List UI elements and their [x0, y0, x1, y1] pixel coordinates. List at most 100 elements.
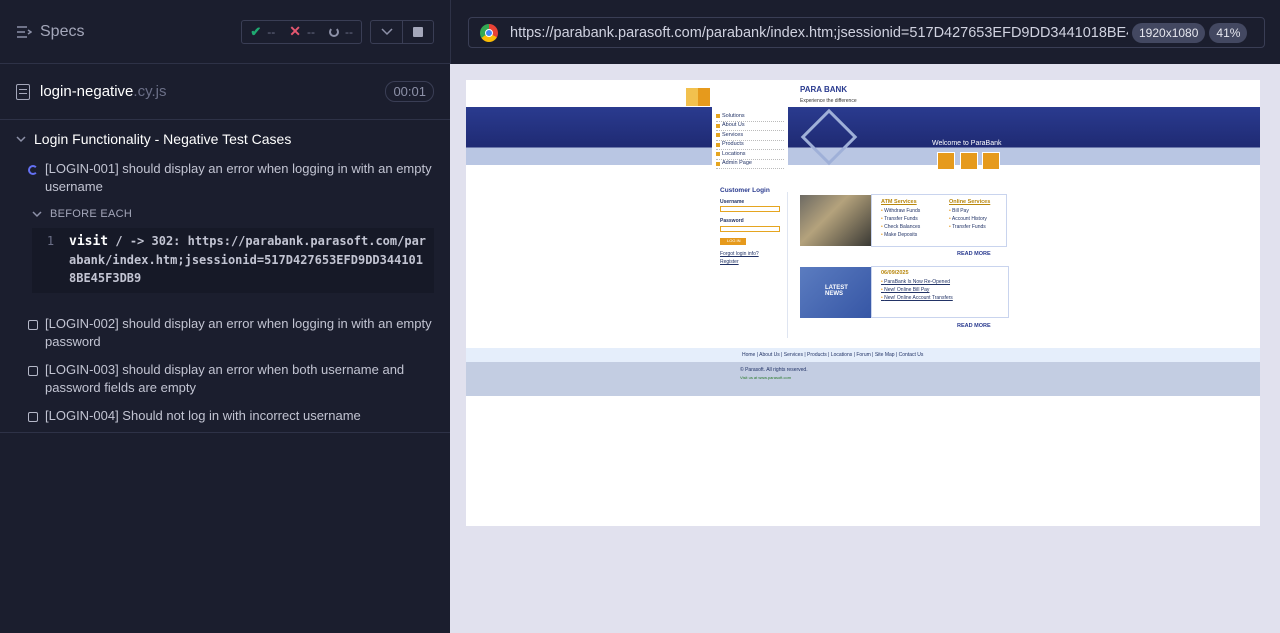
spec-file-ext: .cy.js — [133, 83, 167, 100]
menu-item-services[interactable]: Services — [716, 131, 784, 141]
test-title: [LOGIN-001] should display an error when… — [45, 161, 432, 194]
menu-item-locations[interactable]: Locations — [716, 150, 784, 160]
test-row-login-002[interactable]: [LOGIN-002] should display an error when… — [0, 315, 450, 351]
viewport-size-badge[interactable]: 1920x1080 — [1132, 22, 1206, 43]
command-number: 1 — [46, 234, 55, 248]
forgot-login-link[interactable]: Forgot login info? — [720, 251, 759, 257]
run-duration: 00:01 — [385, 81, 434, 102]
atm-item[interactable]: Check Balances — [881, 223, 920, 231]
atm-item[interactable]: Withdraw Funds — [881, 207, 920, 215]
x-icon: ✕ — [289, 23, 301, 39]
chevron-down-icon — [32, 211, 42, 218]
document-icon — [16, 83, 30, 100]
online-services-list: Bill Pay Account History Transfer Funds — [949, 207, 987, 231]
parabank-side-menu: Solutions About Us Services Products Loc… — [712, 107, 788, 173]
aut-header: https://parabank.parasoft.com/parabank/i… — [450, 0, 1280, 64]
chevron-down-icon — [16, 136, 26, 143]
menu-item-products[interactable]: Products — [716, 141, 784, 150]
pending-square-icon — [28, 366, 38, 376]
visit-link[interactable]: Visit us at www.parasoft.com — [740, 375, 791, 380]
url-bar[interactable]: https://parabank.parasoft.com/parabank/i… — [468, 17, 1265, 48]
menu-item-about-us[interactable]: About Us — [716, 122, 784, 131]
reporter-panel: Specs ✔ -- ✕ -- -- login-negative .cy.js 00… — [0, 0, 450, 633]
about-icon[interactable] — [960, 152, 978, 170]
atm-item[interactable]: Transfer Funds — [881, 215, 920, 223]
run-controls — [370, 19, 434, 44]
spec-file-name[interactable]: login-negative — [40, 83, 133, 100]
read-more-news-link[interactable]: READ MORE — [957, 323, 991, 329]
test-row-login-001[interactable]: [LOGIN-001] should display an error when… — [0, 160, 450, 196]
app-preview-panel: https://parabank.parasoft.com/parabank/i… — [450, 0, 1280, 633]
parabank-footer — [466, 362, 1260, 396]
parabank-header-band — [466, 107, 1260, 165]
divider — [787, 192, 788, 338]
atm-image — [800, 195, 871, 246]
check-icon: ✔ — [250, 23, 262, 39]
chevron-down-icon — [380, 27, 393, 35]
stop-icon — [413, 26, 423, 37]
spec-file-bar: login-negative .cy.js 00:01 — [0, 64, 450, 120]
customer-login-title: Customer Login — [720, 187, 770, 194]
pending-count: -- — [345, 24, 353, 39]
latest-news-image: LATEST NEWS — [800, 267, 871, 318]
parabank-tagline: Experience the difference — [800, 98, 857, 104]
aut-iframe[interactable]: PARA BANK Experience the difference Solu… — [466, 80, 1260, 526]
online-services-title[interactable]: Online Services — [949, 199, 990, 205]
test-title: [LOGIN-003] should display an error when… — [45, 362, 405, 395]
test-title: [LOGIN-004] Should not log in with incor… — [45, 408, 361, 423]
online-item[interactable]: Account History — [949, 215, 987, 223]
username-label: Username — [720, 199, 745, 205]
parabank-logo[interactable]: PARA BANK — [800, 85, 847, 94]
username-input[interactable] — [720, 206, 780, 212]
failed-count: -- — [307, 24, 315, 39]
contact-icon[interactable] — [982, 152, 1000, 170]
command-log-entry[interactable]: 1 visit / -> 302: https://parabank.paras… — [32, 228, 434, 293]
passed-count: -- — [267, 24, 276, 39]
suite-row[interactable]: Login Functionality - Negative Test Case… — [0, 124, 450, 154]
atm-item[interactable]: Make Deposits — [881, 231, 920, 239]
test-row-login-003[interactable]: [LOGIN-003] should display an error when… — [0, 361, 450, 397]
news-item[interactable]: New! Online Bill Pay — [881, 286, 953, 294]
test-row-login-004[interactable]: [LOGIN-004] Should not log in with incor… — [0, 407, 450, 425]
read-more-link[interactable]: READ MORE — [957, 251, 991, 257]
toggle-auto-scroll-button[interactable] — [371, 21, 402, 43]
news-item[interactable]: ParaBank Is Now Re-Opened — [881, 278, 953, 286]
pending-stat: -- — [329, 25, 353, 39]
password-label: Password — [720, 218, 744, 224]
online-item[interactable]: Transfer Funds — [949, 223, 987, 231]
news-item[interactable]: New! Online Account Transfers — [881, 294, 953, 302]
atm-services-list: Withdraw Funds Transfer Funds Check Bala… — [881, 207, 920, 239]
running-spinner-icon — [28, 165, 38, 175]
pending-square-icon — [28, 412, 38, 422]
passed-stat: ✔ -- — [250, 24, 275, 40]
specs-list-icon[interactable] — [16, 24, 32, 40]
welcome-text: Welcome to ParaBank — [932, 140, 1002, 147]
menu-item-admin-page[interactable]: Admin Page — [716, 160, 784, 169]
password-input[interactable] — [720, 226, 780, 232]
stop-button[interactable] — [402, 20, 433, 43]
specs-title[interactable]: Specs — [40, 23, 84, 41]
reporter-header: Specs ✔ -- ✕ -- -- — [0, 0, 450, 64]
failed-stat: ✕ -- — [289, 23, 315, 40]
hook-title: BEFORE EACH — [50, 208, 133, 220]
parabank-blocks-graphic — [686, 88, 710, 106]
chrome-icon — [480, 23, 498, 42]
test-stats: ✔ -- ✕ -- -- — [241, 19, 362, 44]
footer-links[interactable]: Home | About Us | Services | Products | … — [742, 352, 923, 358]
suite-title: Login Functionality - Negative Test Case… — [34, 131, 292, 147]
command-name: visit — [69, 234, 109, 249]
home-icon[interactable] — [937, 152, 955, 170]
online-item[interactable]: Bill Pay — [949, 207, 987, 215]
atm-services-title[interactable]: ATM Services — [881, 199, 917, 205]
login-button[interactable]: LOG IN — [720, 238, 746, 245]
command-message: / -> 302: https://parabank.parasoft.com/… — [69, 234, 427, 285]
register-link[interactable]: Register — [720, 259, 739, 265]
url-text[interactable]: https://parabank.parasoft.com/parabank/i… — [510, 25, 1128, 41]
zoom-badge: 41% — [1209, 22, 1248, 43]
pending-square-icon — [28, 320, 38, 330]
news-date: 06/09/2025 — [881, 270, 909, 276]
spinner-icon — [329, 26, 339, 37]
hook-before-each[interactable]: BEFORE EACH — [0, 204, 450, 224]
divider — [0, 432, 450, 433]
menu-item-solutions[interactable]: Solutions — [716, 112, 784, 122]
